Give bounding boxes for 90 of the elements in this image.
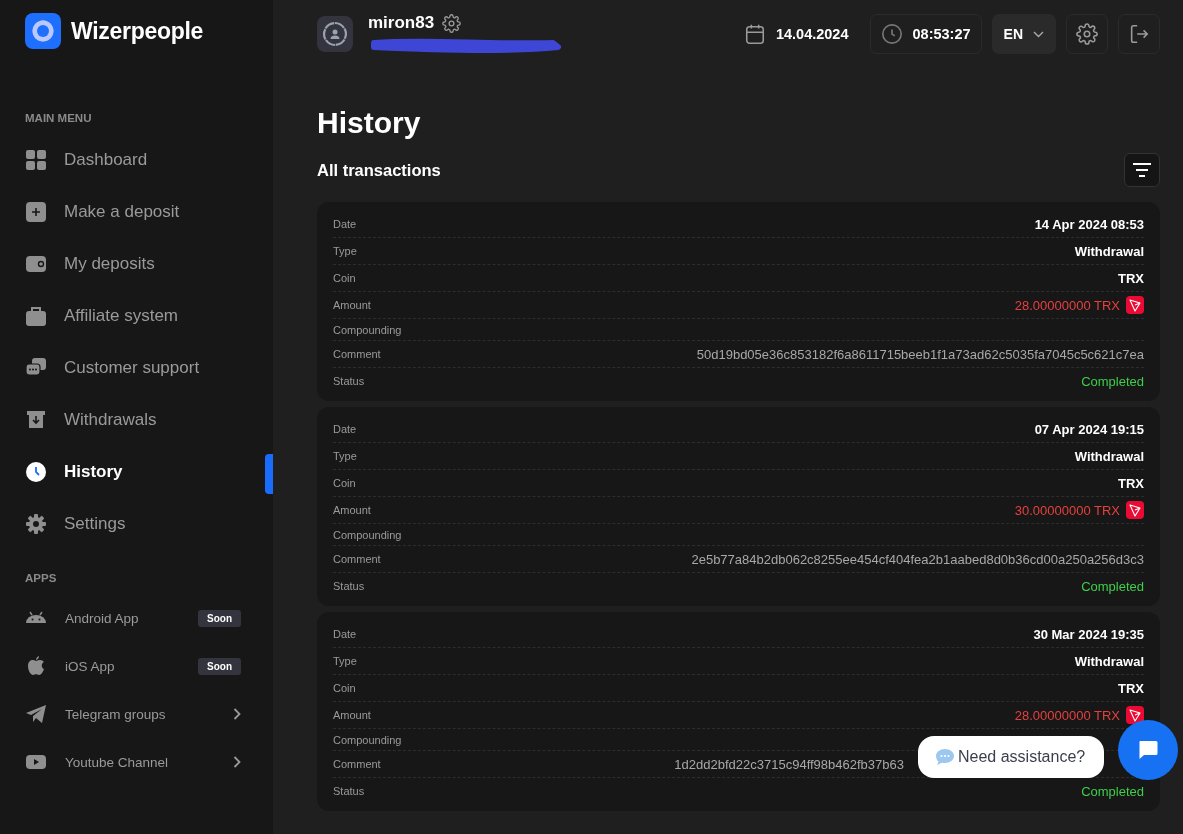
settings-icon	[442, 13, 462, 33]
field-label: Comment	[333, 553, 381, 565]
apple-icon	[25, 655, 47, 677]
page-title: History	[317, 106, 422, 140]
tron-icon	[1126, 296, 1144, 314]
chevron-right-icon	[233, 708, 241, 720]
help-bubble[interactable]: Need assistance?	[918, 736, 1104, 778]
field-label: Status	[333, 785, 365, 797]
soon-badge: Soon	[198, 609, 241, 627]
amount-value: 28.00000000 TRX	[1014, 297, 1120, 313]
wallet-icon	[25, 253, 47, 275]
chevron-down-icon	[1033, 30, 1044, 38]
logout-button[interactable]	[1118, 14, 1160, 54]
nav-item[interactable]: Withdrawals	[25, 394, 273, 446]
field-value: 1d2dd2bfd22c3715c94ff98b462fb37b63	[674, 756, 904, 772]
withdraw-icon	[25, 409, 47, 431]
app-link[interactable]: Youtube Channel	[25, 738, 241, 786]
field-label: Comment	[333, 758, 381, 770]
field-value: 30 Mar 2024 19:35	[1033, 626, 1144, 642]
settings-icon	[1076, 23, 1098, 45]
soon-badge: Soon	[198, 657, 241, 675]
field-value: Withdrawal	[1074, 243, 1144, 259]
field-value: TRX	[1118, 270, 1144, 286]
grid-icon	[25, 149, 47, 171]
field-value: TRX	[1118, 475, 1144, 491]
telegram-icon	[25, 703, 47, 725]
chevron-right-icon	[233, 756, 241, 768]
field-label: Amount	[333, 299, 371, 311]
field-label: Type	[333, 655, 357, 667]
field-label: Amount	[333, 504, 371, 516]
filter-icon	[1132, 163, 1152, 177]
field-label: Date	[333, 218, 357, 230]
tron-icon	[1126, 501, 1144, 519]
field-label: Comment	[333, 348, 381, 360]
clock-icon	[880, 23, 903, 45]
field-label: Date	[333, 628, 357, 640]
status-text: Completed	[1081, 373, 1144, 389]
field-value: 14 Apr 2024 08:53	[1034, 216, 1144, 232]
calendar-icon	[743, 23, 766, 45]
status-text: Completed	[1081, 578, 1144, 594]
date-display: 14.04.2024	[732, 14, 860, 54]
nav-item[interactable]: Affiliate system	[25, 290, 273, 342]
nav-item[interactable]: My deposits	[25, 238, 273, 290]
time-display: 08:53:27	[869, 14, 982, 54]
speech-bubble-icon	[934, 747, 956, 767]
brand-name: Wizerpeople	[71, 17, 203, 45]
section-title: MAIN MENU	[25, 112, 93, 124]
logout-icon	[1128, 23, 1150, 45]
field-label: Coin	[333, 272, 356, 284]
field-value: Withdrawal	[1074, 653, 1144, 669]
field-label: Status	[333, 375, 365, 387]
app-link[interactable]: iOS App Soon	[25, 642, 241, 690]
field-label: Compounding	[333, 528, 402, 541]
app-link[interactable]: Android App Soon	[25, 594, 241, 642]
field-value: TRX	[1118, 680, 1144, 696]
nav-item[interactable]: Make a deposit	[25, 186, 273, 238]
nav-item[interactable]: Settings	[25, 498, 273, 550]
plus-icon	[25, 201, 47, 223]
amount-value: 30.00000000 TRX	[1014, 502, 1120, 518]
section-heading: All transactions	[317, 160, 441, 180]
field-label: Coin	[333, 477, 356, 489]
clock-icon	[25, 461, 47, 483]
username: miron83	[368, 13, 435, 33]
field-label: Type	[333, 245, 357, 257]
language-select[interactable]: EN	[991, 14, 1056, 54]
app-link[interactable]: Telegram groups	[25, 690, 241, 738]
logo-icon	[25, 13, 61, 49]
nav-item[interactable]: Customer support	[25, 342, 273, 394]
filter-button[interactable]	[1124, 153, 1160, 187]
field-value: 50d19bd05e36c853182f6a8611715beeb1f1a73ad62c5035fa7045c5c621c7ea	[696, 346, 1144, 362]
active-indicator	[265, 454, 273, 494]
status-text: Completed	[1081, 783, 1144, 799]
field-label: Compounding	[333, 733, 402, 746]
field-label: Type	[333, 450, 357, 462]
chat-icon	[1137, 739, 1159, 761]
field-value: 2e5b77a84b2db062c8255ee454cf404fea2b1aabed8d0b36cd00a250a256d3c3	[691, 551, 1144, 567]
field-label: Compounding	[333, 323, 402, 336]
section-title: APPS	[25, 572, 58, 584]
tron-icon	[1126, 706, 1144, 724]
field-value: Withdrawal	[1074, 448, 1144, 464]
bag-icon	[25, 305, 47, 327]
amount-value: 28.00000000 TRX	[1014, 707, 1120, 723]
nav-item[interactable]: History	[25, 446, 273, 498]
settings-button[interactable]	[1066, 14, 1108, 54]
field-value: 07 Apr 2024 19:15	[1034, 421, 1144, 437]
field-label: Coin	[333, 682, 356, 694]
field-label: Status	[333, 580, 365, 592]
nav-item[interactable]: Dashboard	[25, 134, 273, 186]
field-label: Date	[333, 423, 357, 435]
field-label: Amount	[333, 709, 371, 721]
